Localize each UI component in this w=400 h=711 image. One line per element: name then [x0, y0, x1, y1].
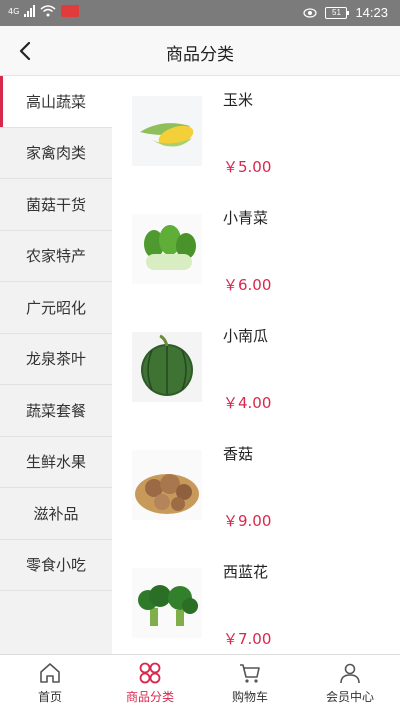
product-price: ￥5.00 [223, 158, 272, 176]
battery-icon: 51 [325, 6, 350, 19]
network-type: 4G [8, 6, 20, 16]
wifi-icon [40, 5, 56, 17]
category-icon [139, 662, 161, 684]
page-title: 商品分类 [166, 45, 234, 65]
sidebar-item-vegetable-set[interactable]: 蔬菜套餐 [0, 385, 112, 437]
product-name: 香菇 [223, 445, 254, 463]
pumpkin-image [132, 332, 202, 402]
nav-label: 会员中心 [325, 690, 374, 704]
sidebar-item-poultry-meat[interactable]: 家禽肉类 [0, 128, 112, 179]
product-item[interactable]: 西蓝花 ￥7.00 [112, 548, 400, 666]
product-item[interactable]: 玉米 ￥5.00 [112, 76, 400, 194]
clock: 14:23 [355, 5, 388, 20]
notification-icon [61, 5, 80, 17]
app-header: 商品分类 [0, 26, 400, 76]
nav-label: 首页 [37, 690, 62, 704]
corn-image [132, 96, 202, 166]
product-image [132, 450, 202, 520]
product-name: 小青菜 [223, 209, 269, 227]
sidebar-item-farm-specialty[interactable]: 农家特产 [0, 231, 112, 282]
sidebar-item-longquan-tea[interactable]: 龙泉茶叶 [0, 334, 112, 385]
product-price: ￥9.00 [223, 512, 272, 530]
sidebar-item-label: 滋补品 [33, 504, 79, 523]
product-name: 小南瓜 [223, 327, 269, 345]
eye-icon [303, 7, 318, 18]
product-price: ￥6.00 [223, 276, 272, 294]
home-icon [40, 663, 60, 683]
sidebar-item-label: 龙泉茶叶 [25, 350, 86, 369]
sidebar-item-tonic[interactable]: 滋补品 [0, 488, 112, 540]
product-item[interactable]: 香菇 ￥9.00 [112, 430, 400, 548]
product-image [132, 568, 202, 638]
user-icon [340, 663, 360, 684]
product-image [132, 214, 202, 284]
cart-icon [240, 664, 260, 683]
sidebar-item-label: 生鲜水果 [25, 453, 86, 472]
category-sidebar: 高山蔬菜 家禽肉类 菌菇干货 农家特产 广元昭化 龙泉茶叶 蔬菜套餐 生鲜水果 … [0, 76, 112, 654]
product-list: 玉米 ￥5.00 小青菜 ￥6.00 小南瓜 ￥4.00 香菇 ￥9.00 西蓝… [112, 76, 400, 654]
signal-icon [24, 5, 36, 17]
status-icons-left: 4G [8, 5, 80, 17]
nav-member[interactable]: 会员中心 [300, 655, 400, 711]
nav-home[interactable]: 首页 [0, 655, 100, 711]
nav-category[interactable]: 商品分类 [100, 655, 200, 711]
nav-label: 商品分类 [125, 690, 174, 704]
product-item[interactable]: 小南瓜 ￥4.00 [112, 312, 400, 430]
status-bar: 4G 51 14:23 [0, 0, 400, 26]
nav-label: 购物车 [231, 690, 268, 704]
sidebar-item-label: 菌菇干货 [25, 195, 86, 214]
sidebar-item-label: 家禽肉类 [25, 144, 86, 163]
product-image [132, 332, 202, 402]
product-name: 玉米 [223, 91, 254, 109]
product-item[interactable]: 小青菜 ￥6.00 [112, 194, 400, 312]
sidebar-item-label: 蔬菜套餐 [25, 401, 86, 420]
broccoli-image [132, 568, 202, 638]
mushroom-image [132, 450, 202, 520]
sidebar-item-label: 高山蔬菜 [25, 92, 86, 111]
sidebar-item-fresh-fruit[interactable]: 生鲜水果 [0, 437, 112, 488]
sidebar-item-label: 广元昭化 [25, 298, 86, 317]
product-price: ￥7.00 [223, 630, 272, 648]
sidebar-item-mountain-vegetables[interactable]: 高山蔬菜 [0, 76, 112, 128]
sidebar-item-label: 农家特产 [25, 247, 86, 266]
product-price: ￥4.00 [223, 394, 272, 412]
battery-level: 51 [332, 7, 341, 17]
product-image [132, 96, 202, 166]
status-icons-right: 51 14:23 [303, 5, 388, 20]
sidebar-item-guangyuan-zhaohua[interactable]: 广元昭化 [0, 282, 112, 334]
bottom-nav: 首页 商品分类 购物车 会员中心 [0, 654, 400, 711]
product-name: 西蓝花 [223, 563, 269, 581]
sidebar-item-snacks[interactable]: 零食小吃 [0, 540, 112, 591]
bok-choy-image [132, 214, 202, 284]
nav-cart[interactable]: 购物车 [200, 655, 300, 711]
sidebar-item-label: 零食小吃 [25, 556, 86, 575]
sidebar-item-mushroom-dried[interactable]: 菌菇干货 [0, 179, 112, 231]
